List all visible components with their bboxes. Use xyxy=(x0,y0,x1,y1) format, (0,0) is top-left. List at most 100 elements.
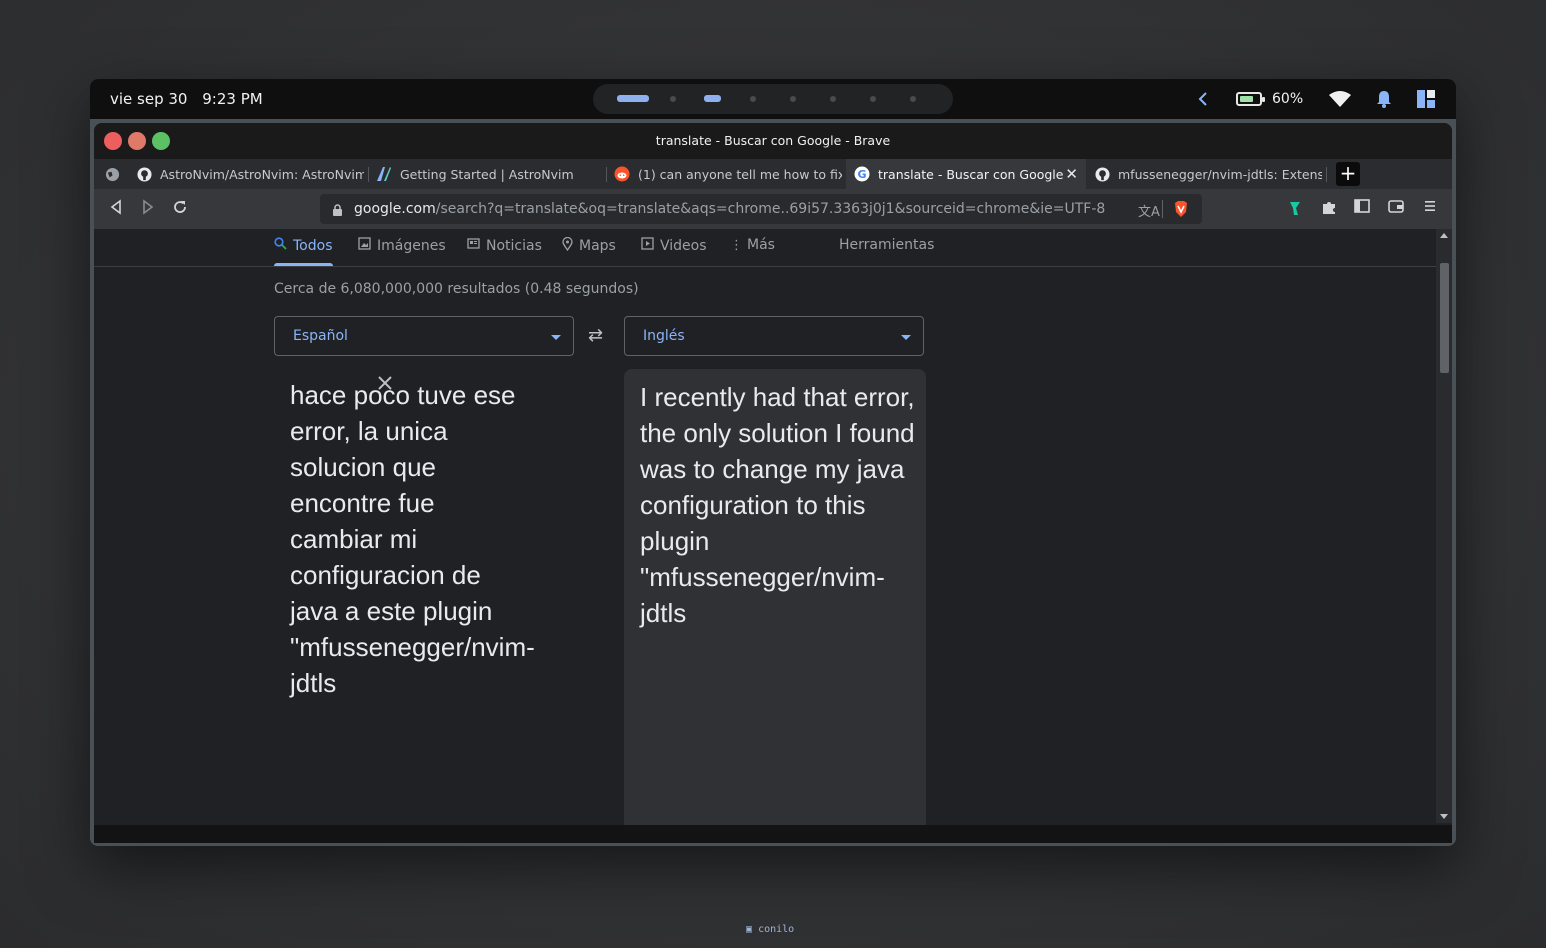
workspace-indicator-4[interactable] xyxy=(750,96,756,102)
extension-icon[interactable] xyxy=(1285,199,1305,219)
scroll-up-arrow[interactable] xyxy=(1440,233,1448,238)
page-content: Todos Imágenes Noticias Maps Videos ⋮ Má… xyxy=(94,229,1452,843)
nav-videos[interactable]: Videos xyxy=(641,237,707,254)
nav-label: Todos xyxy=(293,237,333,254)
more-vert-icon: ⋮ xyxy=(730,237,743,253)
chevron-left-icon[interactable] xyxy=(1196,87,1210,111)
tab-search-menu[interactable] xyxy=(104,159,122,189)
tab-separator xyxy=(1326,167,1327,182)
new-tab-button[interactable]: + xyxy=(1336,162,1360,186)
tab-google-translate[interactable]: G translate - Buscar con Google ✕ xyxy=(846,159,1086,189)
workspace-indicator-7[interactable] xyxy=(870,96,876,102)
workspace-indicator-5[interactable] xyxy=(790,96,796,102)
address-bar-divider xyxy=(1162,200,1163,218)
nav-todos[interactable]: Todos xyxy=(274,237,332,254)
reload-button[interactable] xyxy=(170,199,190,219)
tab-getting-started[interactable]: Getting Started | AstroNvim xyxy=(376,159,596,189)
tab-label: (1) can anyone tell me how to fix t xyxy=(638,166,842,182)
extensions-puzzle-icon[interactable] xyxy=(1319,199,1339,219)
github-icon xyxy=(136,166,152,182)
workspace-indicator-2[interactable] xyxy=(670,96,676,102)
scroll-down-arrow[interactable] xyxy=(1440,814,1448,819)
url-path: /search?q=translate&oq=translate&aqs=chr… xyxy=(435,201,1106,217)
workspace-indicator-1[interactable] xyxy=(617,95,649,102)
target-language-label: Inglés xyxy=(643,328,685,344)
nav-label: Más xyxy=(747,237,775,253)
url-text: google.com/search?q=translate&oq=transla… xyxy=(354,201,1105,217)
workspace-indicator-8[interactable] xyxy=(910,96,916,102)
back-button[interactable] xyxy=(106,199,126,219)
tools-label: Herramientas xyxy=(839,237,935,253)
menu-icon[interactable] xyxy=(1420,199,1440,219)
nav-noticias[interactable]: Noticias xyxy=(467,237,542,254)
source-text-area[interactable]: hace poco tuve ese error, la unica soluc… xyxy=(274,369,574,843)
news-icon xyxy=(467,237,480,254)
workspace-indicator-6[interactable] xyxy=(830,96,836,102)
scrollbar-thumb[interactable] xyxy=(1440,263,1449,373)
search-icon xyxy=(274,237,287,254)
bell-icon[interactable] xyxy=(1374,87,1394,111)
map-pin-icon xyxy=(562,236,573,255)
browser-window: translate - Buscar con Google - Brave As… xyxy=(94,123,1452,843)
nav-label: Maps xyxy=(579,238,616,254)
battery-indicator[interactable]: 60% xyxy=(1236,87,1303,111)
desktop-screen: vie sep 30 9:23 PM 60% translate - Busca… xyxy=(90,79,1456,846)
watermark-label: ▣ conilo xyxy=(746,924,794,935)
google-icon: G xyxy=(854,166,870,182)
swap-languages-button[interactable]: ⇄ xyxy=(588,325,603,346)
source-language-label: Español xyxy=(293,328,348,344)
results-stats: Cerca de 6,080,000,000 resultados (0.48 … xyxy=(274,281,639,297)
image-icon xyxy=(358,237,371,254)
time-label: 9:23 PM xyxy=(202,90,263,108)
dropdown-caret-icon xyxy=(901,335,911,340)
wifi-icon[interactable] xyxy=(1328,87,1352,111)
nav-mas[interactable]: ⋮ Más xyxy=(730,237,775,253)
nav-label: Imágenes xyxy=(377,237,446,254)
github-icon xyxy=(1094,166,1110,182)
wallet-icon[interactable] xyxy=(1386,199,1406,219)
tab-nvim-jdtls-github[interactable]: mfussenegger/nvim-jdtls: Extensi xyxy=(1094,159,1322,189)
camera-icon: ▣ xyxy=(746,924,753,935)
translate-page-icon[interactable]: 文A xyxy=(1138,201,1160,220)
tab-strip: AstroNvim/AstroNvim: AstroNvim Getting S… xyxy=(94,159,1452,189)
window-titlebar[interactable]: translate - Buscar con Google - Brave xyxy=(94,123,1452,159)
lock-icon[interactable] xyxy=(332,202,343,221)
address-bar[interactable]: google.com/search?q=translate&oq=transla… xyxy=(320,194,1202,224)
tab-label: Getting Started | AstroNvim xyxy=(400,166,574,182)
workspace-indicator-3[interactable] xyxy=(704,95,721,102)
panel-toggle-icon[interactable] xyxy=(1416,87,1436,111)
brave-shields-icon[interactable] xyxy=(1173,200,1189,222)
nav-maps[interactable]: Maps xyxy=(562,236,616,255)
target-language-select[interactable]: Inglés xyxy=(624,316,924,356)
battery-icon xyxy=(1236,92,1265,106)
watermark-text: conilo xyxy=(758,924,795,935)
translation-output-box: I recently had that error, the only solu… xyxy=(624,369,926,843)
reddit-icon xyxy=(614,166,630,182)
globe-icon xyxy=(104,166,120,182)
tab-reddit-question[interactable]: (1) can anyone tell me how to fix t xyxy=(614,159,842,189)
tab-separator xyxy=(606,167,607,182)
battery-percent: 60% xyxy=(1272,91,1304,107)
clear-text-button[interactable] xyxy=(376,371,394,397)
nav-imagenes[interactable]: Imágenes xyxy=(358,237,446,254)
url-host: google.com xyxy=(354,201,436,217)
tab-astronvim-github[interactable]: AstroNvim/AstroNvim: AstroNvim xyxy=(136,159,364,189)
play-icon xyxy=(641,237,654,254)
source-text: hace poco tuve ese error, la unica soluc… xyxy=(290,380,535,698)
page-scrollbar[interactable] xyxy=(1436,229,1452,823)
source-language-select[interactable]: Español xyxy=(274,316,574,356)
close-tab-icon[interactable]: ✕ xyxy=(1065,165,1078,183)
window-title: translate - Buscar con Google - Brave xyxy=(655,133,891,148)
sidebar-toggle-icon[interactable] xyxy=(1352,199,1372,219)
browser-toolbar: google.com/search?q=translate&oq=transla… xyxy=(94,189,1452,229)
tab-label: translate - Buscar con Google xyxy=(878,166,1064,182)
clock[interactable]: vie sep 30 9:23 PM xyxy=(110,90,273,108)
dropdown-caret-icon xyxy=(551,335,561,340)
tools-button[interactable]: Herramientas xyxy=(839,237,934,253)
nav-label: Noticias xyxy=(486,237,542,254)
window-bottom-strip xyxy=(94,825,1452,843)
tab-label: AstroNvim/AstroNvim: AstroNvim xyxy=(160,166,364,182)
tab-label: mfussenegger/nvim-jdtls: Extensi xyxy=(1118,166,1322,182)
forward-button[interactable] xyxy=(138,199,158,219)
date-label: vie sep 30 xyxy=(110,90,188,108)
